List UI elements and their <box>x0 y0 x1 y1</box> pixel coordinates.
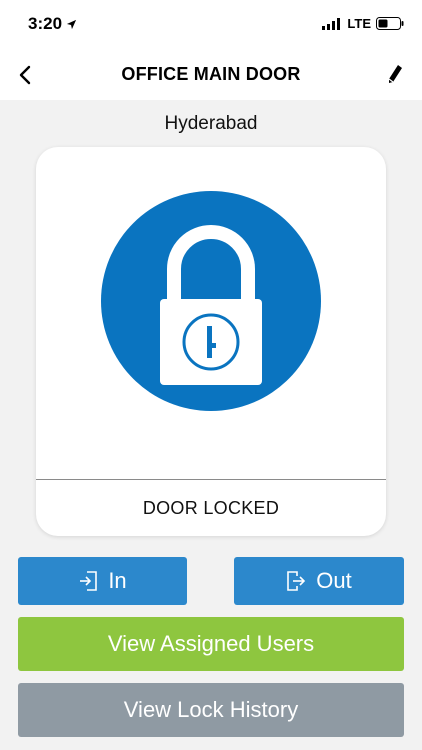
pencil-icon <box>388 65 402 83</box>
time-label: 3:20 <box>28 14 63 33</box>
padlock-icon <box>160 225 262 385</box>
status-time: 3:20 <box>28 14 77 34</box>
screen: 3:20 LTE OFFICE MAIN DOOR Hyderabad DOOR… <box>0 0 422 750</box>
lock-location: Hyderabad <box>164 113 258 134</box>
back-button[interactable] <box>10 60 40 90</box>
check-in-label: In <box>108 568 127 593</box>
check-out-button[interactable]: Out <box>234 557 404 605</box>
view-lock-history-button[interactable]: View Lock History <box>18 683 404 737</box>
lock-status-circle[interactable] <box>101 191 321 411</box>
page-title: OFFICE MAIN DOOR <box>121 64 301 84</box>
sign-out-icon <box>286 570 306 592</box>
status-indicators: LTE <box>322 16 404 31</box>
view-assigned-users-button[interactable]: View Assigned Users <box>18 617 404 671</box>
check-in-button[interactable]: In <box>18 557 187 605</box>
signal-bars-icon <box>322 17 341 30</box>
status-bar: 3:20 LTE <box>0 0 422 50</box>
carrier-label: LTE <box>347 16 371 31</box>
lock-status-label: DOOR LOCKED <box>142 498 280 518</box>
sign-in-icon <box>78 570 98 592</box>
card-divider <box>36 479 386 480</box>
battery-icon <box>376 17 404 30</box>
view-lock-history-label: View Lock History <box>123 697 299 722</box>
check-out-label: Out <box>316 568 352 593</box>
chevron-left-icon <box>19 65 31 85</box>
lock-card: DOOR LOCKED <box>36 147 386 536</box>
nav-bar: OFFICE MAIN DOOR <box>0 50 422 100</box>
view-assigned-users-label: View Assigned Users <box>107 631 315 656</box>
edit-button[interactable] <box>380 60 410 90</box>
location-arrow-icon <box>66 19 77 29</box>
